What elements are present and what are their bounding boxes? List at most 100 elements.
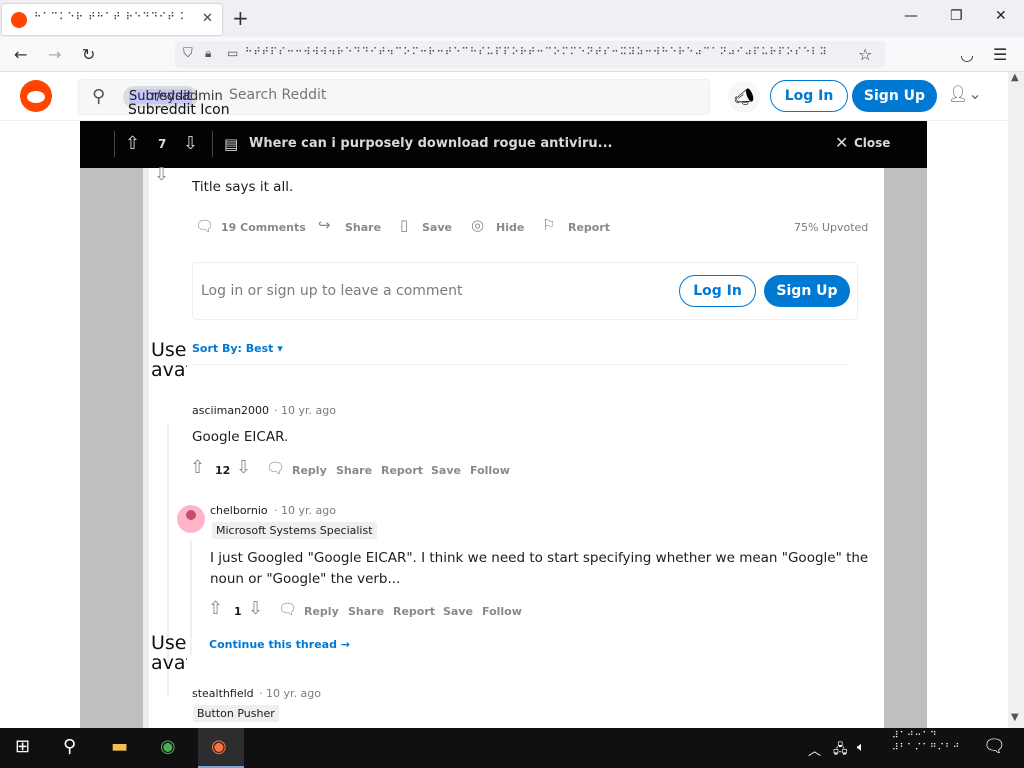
advertise-megaphone-icon[interactable]: 📣︎ [728,81,760,113]
post-score: 7 [158,137,167,151]
comment-author[interactable]: stealthfield [192,687,254,700]
share-button[interactable]: Share [336,464,372,477]
search-icon[interactable]: ⚲ [63,736,76,757]
save-button[interactable]: Save [422,221,452,234]
bookmark-star-icon[interactable]: ☆ [858,45,872,64]
report-button[interactable]: Report [381,464,423,477]
user-avatar-alt-text: User avatar [151,341,187,381]
maximize-button[interactable]: ❐ [950,8,963,24]
forward-arrow-icon[interactable]: → [48,45,61,64]
permissions-icon[interactable]: ▭ [227,46,238,60]
tab-title: ⠓⠁⠉⠅⠑⠗ ⠞⠓⠁⠞ ⠗⠑⠙⠙⠊⠞ ⠕⠧ [34,12,184,23]
reload-icon[interactable]: ↻ [82,45,95,64]
tab-close-icon[interactable]: ✕ [202,11,213,26]
sort-divider [192,364,846,365]
share-button[interactable]: Share [345,221,381,234]
save-button[interactable]: Save [443,605,473,618]
notification-icon[interactable]: 🗨︎ [983,736,1006,757]
chrome-icon[interactable]: ◉ [160,736,176,757]
comment-time: · 10 yr. ago [274,504,336,517]
sort-dropdown[interactable]: Sort By: Best ▾ [192,342,283,355]
windows-start-icon[interactable]: ⊞ [15,736,30,757]
volume-icon[interactable]: 🔈︎ [857,740,865,755]
post-body: Title says it all. [192,179,294,195]
menu-hamburger-icon[interactable]: ☰ [993,45,1007,64]
user-flair: Button Pusher [193,705,279,722]
reddit-favicon-icon [11,12,27,28]
post-title: Where can i purposely download rogue ant… [249,136,613,151]
search-input[interactable] [229,87,529,103]
prompt-signup-button[interactable]: Sign Up [764,275,850,307]
vote-rail [143,168,149,728]
share-icon: ↪ [318,216,331,234]
file-explorer-icon[interactable]: ▬ [111,736,128,757]
thread-line[interactable] [190,540,192,655]
continue-thread-link[interactable]: Continue this thread → [209,638,350,651]
comment-downvote-icon[interactable]: ⇩ [236,457,251,478]
post-downvote-icon[interactable]: ⇩ [154,164,169,185]
browser-tab-strip: ⠓⠁⠉⠅⠑⠗ ⠞⠓⠁⠞ ⠗⠑⠙⠙⠊⠞ ⠕⠧ ✕ + — ❐ ✕ [0,0,1024,37]
sort-label: Sort By: Best [192,342,274,355]
browser-tab[interactable]: ⠓⠁⠉⠅⠑⠗ ⠞⠓⠁⠞ ⠗⠑⠙⠙⠊⠞ ⠕⠧ ✕ [2,4,222,35]
scroll-up-icon[interactable]: ▲ [1011,72,1019,83]
report-flag-icon: ⚐ [542,216,556,234]
comment-body: Google EICAR. [192,429,289,445]
user-avatar[interactable] [177,505,205,533]
reply-button[interactable]: Reply [292,464,327,477]
url-bar[interactable]: ⛉ 🔒︎ ▭ ⠓⠞⠞⠏⠎⠒⠒⠺⠺⠺⠲⠗⠑⠙⠙⠊⠞⠲⠉⠕⠍⠒⠗⠒⠞⠑⠉⠓⠎⠥⠏⠏⠕… [175,41,885,68]
user-avatar-alt-text: User avatar [151,634,187,674]
search-bar[interactable]: ⚲ Subreddit r/sysadmin Subreddit Icon [78,79,710,118]
close-icon[interactable]: ✕ [835,133,848,152]
report-button[interactable]: Report [568,221,610,234]
comment-author[interactable]: chelbornio [210,504,268,517]
comment-score: 12 [215,464,231,477]
comment-body-line: I just Googled "Google EICAR". I think w… [210,550,869,566]
comment-login-prompt: Log in or sign up to leave a comment Log… [192,262,858,320]
share-button[interactable]: Share [348,605,384,618]
windows-taskbar: ⊞ ⚲ ▬ ◉ ◉ ︿ 🖧︎ 🔈︎ ⠼⠁⠚⠒⠁⠙ ⠼⠃⠁⠌⠁⠛⠌⠃⠚ 🗨︎ [0,728,1024,768]
new-tab-button[interactable]: + [232,6,249,30]
reddit-logo-icon[interactable] [20,80,52,112]
url-text[interactable]: ⠓⠞⠞⠏⠎⠒⠒⠺⠺⠺⠲⠗⠑⠙⠙⠊⠞⠲⠉⠕⠍⠒⠗⠒⠞⠑⠉⠓⠎⠥⠏⠏⠕⠗⠞⠒⠉⠕⠍⠍… [245,47,855,58]
downvote-arrow-icon[interactable]: ⇩ [183,133,198,154]
comment-author[interactable]: asciiman2000 [192,404,269,417]
comment-time: · 10 yr. ago [259,687,321,700]
minimize-button[interactable]: — [904,8,918,24]
close-button[interactable]: Close [854,136,890,150]
lock-icon[interactable]: 🔒︎ [205,46,211,61]
firefox-taskbar-active[interactable]: ◉ [198,728,244,768]
report-button[interactable]: Report [393,605,435,618]
header-signup-button[interactable]: Sign Up [852,80,937,112]
comment-upvote-icon[interactable]: ⇧ [208,598,223,619]
upvote-percentage: 75% Upvoted [794,221,869,234]
comment-upvote-icon[interactable]: ⇧ [190,457,205,478]
caret-down-icon: ▾ [277,342,283,355]
text-post-icon: ▤ [224,135,239,153]
taskbar-clock[interactable]: ⠼⠁⠚⠒⠁⠙ ⠼⠃⠁⠌⠁⠛⠌⠃⠚ [892,731,962,754]
page-scrollbar[interactable]: ▲ ▼ [1008,72,1024,728]
subreddit-icon-alt-text: Subreddit Icon [128,102,230,118]
comment-downvote-icon[interactable]: ⇩ [248,598,263,619]
save-button[interactable]: Save [431,464,461,477]
tracking-shield-icon[interactable]: ⛉ [183,46,193,61]
hide-button[interactable]: Hide [496,221,524,234]
network-icon[interactable]: 🖧︎ [833,740,848,762]
follow-button[interactable]: Follow [470,464,510,477]
reply-icon: 🗨︎ [278,600,298,618]
prompt-login-button[interactable]: Log In [679,275,756,307]
comments-icon: 🗨︎ [195,217,215,235]
tray-chevron-icon[interactable]: ︿ [808,740,821,759]
comment-score: 1 [234,605,242,618]
post-title-bar: ⇧ 7 ⇩ ▤ Where can i purposely download r… [80,121,927,168]
comments-count-button[interactable]: 19 Comments [221,221,306,234]
back-arrow-icon[interactable]: ← [14,45,27,64]
user-menu-icon[interactable]: 👤︎⌄ [948,84,982,103]
scroll-down-icon[interactable]: ▼ [1011,712,1019,723]
header-login-button[interactable]: Log In [770,80,848,112]
upvote-arrow-icon[interactable]: ⇧ [125,133,140,154]
window-close-button[interactable]: ✕ [995,8,1007,24]
reply-button[interactable]: Reply [304,605,339,618]
follow-button[interactable]: Follow [482,605,522,618]
reply-icon: 🗨︎ [266,459,286,477]
pocket-icon[interactable]: ◡ [960,45,974,64]
